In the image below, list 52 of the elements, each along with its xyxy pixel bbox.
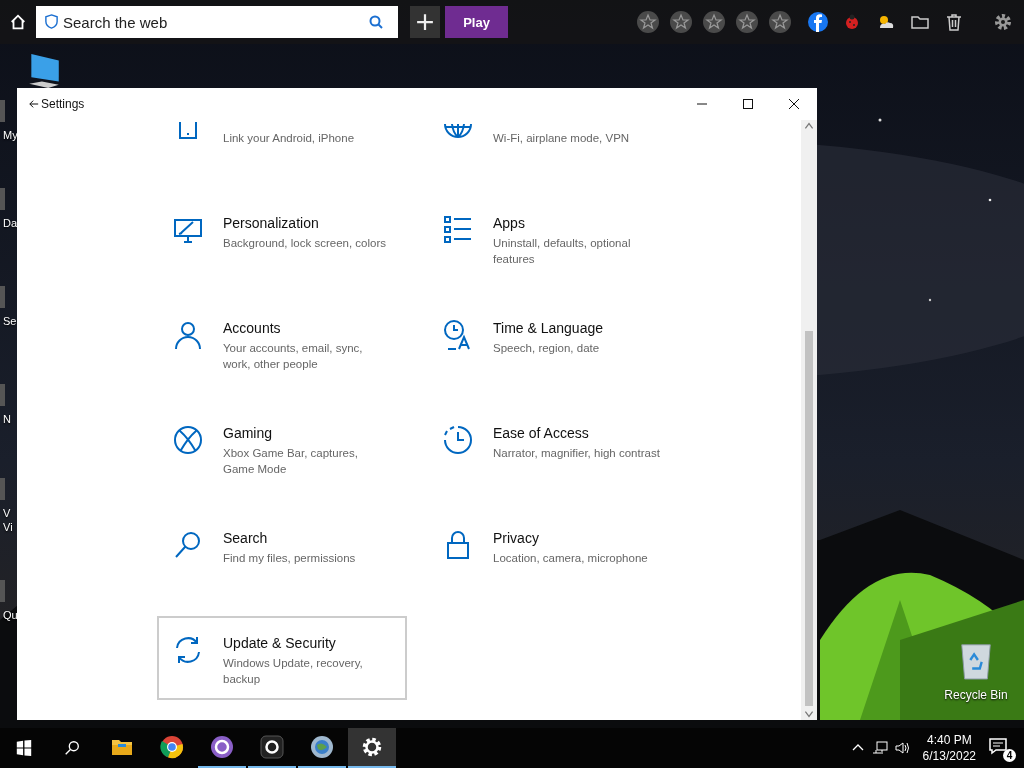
category-tile[interactable]: Link your Android, iPhone — [157, 120, 407, 175]
start-icon[interactable] — [15, 739, 33, 757]
maximize-icon — [742, 98, 754, 110]
settings-icon — [360, 735, 384, 759]
shortcut-label[interactable]: My — [0, 128, 18, 142]
category-tile[interactable]: Time & Language Speech, region, date — [427, 301, 677, 385]
search-field[interactable]: Search the web — [36, 6, 398, 38]
shortcut-label[interactable]: V — [0, 506, 11, 520]
category-tile[interactable]: Search Find my files, permissions — [157, 511, 407, 595]
taskbar-app[interactable] — [348, 728, 396, 768]
shortcut-label[interactable]: N — [0, 412, 11, 426]
home-icon[interactable] — [9, 13, 27, 31]
trash-icon[interactable] — [944, 12, 964, 32]
category-tile[interactable]: Privacy Location, camera, microphone — [427, 511, 677, 595]
shortcut-label[interactable]: Da — [0, 216, 18, 230]
app-icon — [260, 735, 284, 759]
play-button[interactable]: Play — [445, 6, 508, 38]
social-icon[interactable] — [808, 12, 828, 32]
category-tile[interactable]: Ease of Access Narrator, magnifier, high contrast — [427, 406, 677, 490]
search-icon[interactable] — [63, 739, 81, 757]
browser-icon — [160, 735, 184, 759]
plus-icon — [416, 13, 434, 31]
close-icon — [788, 98, 800, 110]
scrollbar[interactable] — [801, 120, 817, 720]
category-tile[interactable]: Gaming Xbox Game Bar, captures, Game Mode — [157, 406, 407, 490]
category-tile[interactable]: Accounts Your accounts, email, sync, work, other people — [157, 301, 407, 385]
shield-icon — [44, 14, 59, 29]
category-tile[interactable]: Apps Uninstall, defaults, optional features — [427, 196, 677, 280]
notification-count: 4 — [1003, 749, 1016, 762]
scrollbar-thumb[interactable] — [805, 331, 813, 706]
category-tile[interactable]: Personalization Background, lock screen, colors — [157, 196, 407, 280]
list-icon — [442, 214, 474, 246]
shortcut-label[interactable]: Se — [0, 314, 17, 328]
shortcut-label[interactable]: Qu — [0, 608, 18, 622]
settings-icon[interactable] — [993, 12, 1013, 32]
recycle-bin-label[interactable]: Recycle Bin — [944, 688, 1008, 702]
clock[interactable]: 4:40 PM 6/13/2022 — [922, 732, 976, 764]
notifications-icon[interactable] — [988, 736, 1008, 756]
globe-icon — [310, 735, 334, 759]
dashed-clock-icon — [442, 424, 474, 456]
window-title: Settings — [41, 97, 85, 111]
computer-icon[interactable] — [27, 52, 61, 90]
network-icon[interactable] — [871, 740, 888, 756]
category-tile[interactable]: Update & Security Windows Update, recovery, backup — [157, 616, 407, 700]
app-icon — [210, 735, 234, 759]
volume-icon[interactable] — [893, 740, 910, 756]
globe-icon — [442, 122, 474, 138]
back-arrow-icon[interactable] — [29, 99, 39, 109]
person-icon — [172, 319, 204, 351]
category-tile[interactable]: Wi-Fi, airplane mode, VPN — [427, 120, 677, 175]
shortcut-label[interactable]: Vi — [0, 520, 13, 534]
add-button[interactable] — [410, 6, 440, 38]
